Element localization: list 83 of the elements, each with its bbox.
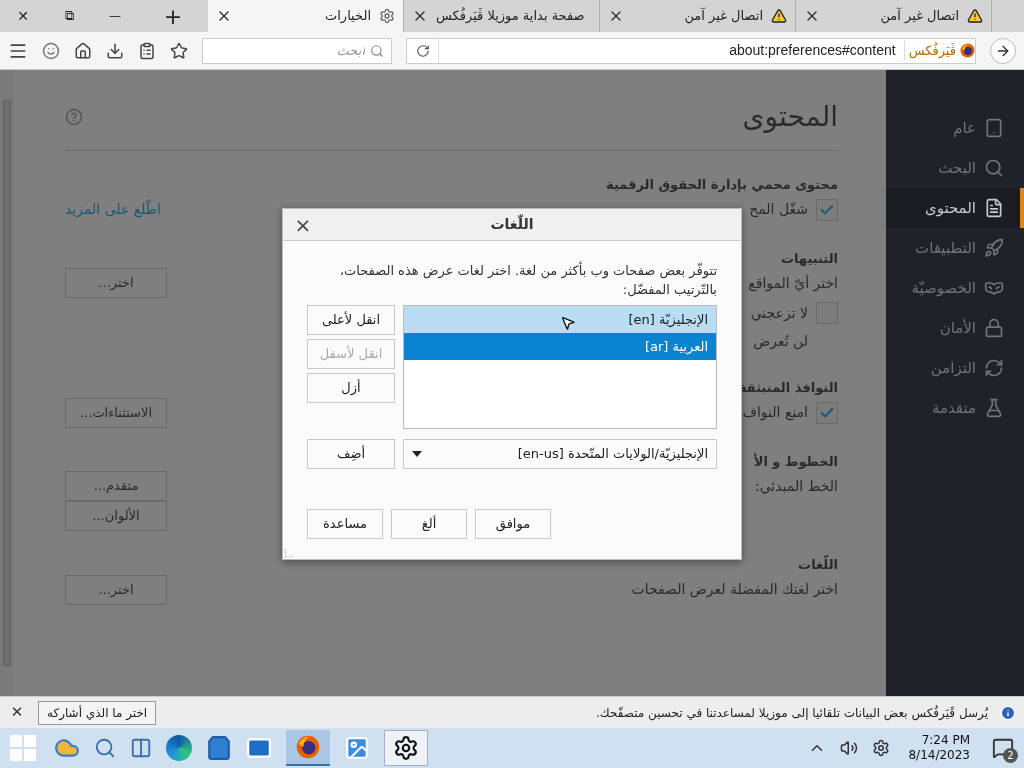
dropdown-caret-icon <box>412 451 422 457</box>
move-button[interactable]: انقل لأعلى <box>307 305 395 335</box>
share-choice-button[interactable]: اختر ما الذي أشاركه <box>38 700 157 725</box>
option-label: لا تزعجني <box>750 303 808 323</box>
choose-button[interactable]: اختر... <box>65 574 167 605</box>
clipboard-icon[interactable] <box>138 41 156 60</box>
warning-icon <box>771 8 787 24</box>
move-button[interactable]: أزل <box>307 373 395 403</box>
footer-button[interactable]: ألغ <box>391 509 467 539</box>
gear-icon <box>393 735 419 761</box>
scrollbar[interactable] <box>0 70 14 696</box>
browser-icon <box>296 735 320 759</box>
section-heading: النوافذ المنبثقة <box>739 379 838 397</box>
gear-icon <box>379 8 395 24</box>
tablet-icon <box>984 118 1004 138</box>
footer-button[interactable]: موافق <box>475 509 551 539</box>
tab-title: اتصال غير آمن <box>683 6 763 26</box>
back-button[interactable] <box>990 37 1016 64</box>
search-icon <box>984 158 1004 178</box>
clock-time: 7:24 PM <box>921 733 970 748</box>
taskbar-app[interactable] <box>286 730 330 766</box>
identity-label: ڤَيَرفُكس <box>903 40 960 61</box>
lock-icon <box>984 318 1004 338</box>
checkbox[interactable] <box>816 401 838 424</box>
option-label: اختر أيّ المواقع <box>748 273 838 294</box>
dialog-description: تتوفّر بعض صفحات وب بأكثر من لغة. اختر لغات عرض هذه الصفحات، بالتّرتيب المفضّل: <box>338 261 717 299</box>
bookmark-star-icon[interactable] <box>170 41 188 60</box>
add-button[interactable]: أضِف <box>307 439 395 469</box>
choose-button[interactable]: الاستثناءات... <box>65 397 167 428</box>
tab-title: صفحة بداية موزيلا ڤَيَرفُكس <box>436 6 585 26</box>
warning-icon <box>967 8 983 24</box>
search-icon <box>370 43 384 58</box>
checkbox[interactable] <box>816 198 838 221</box>
sync-icon <box>984 358 1004 378</box>
option-label: الخط المبدئي: <box>754 476 838 496</box>
dialog-close-button[interactable]: × <box>291 214 315 235</box>
mouse-cursor-icon <box>560 315 576 331</box>
footer-button[interactable]: مساعدة <box>307 509 383 539</box>
sidebar-item[interactable]: المحتوى <box>886 188 1024 228</box>
document-icon <box>984 198 1004 218</box>
notification-text: يُرسل ڤَيَرفُكس بعض البيانات تلقائيا إلى موزيلا لمساعدتنا في تحسين متصفّحك. <box>596 704 988 722</box>
clock-date: 8/14/2023 <box>908 748 970 763</box>
globe-icon[interactable] <box>166 735 192 761</box>
choose-button[interactable]: متقدم... <box>65 471 167 501</box>
section-heading: محتوى محمي بإدارة الحقوق الرقمية <box>606 176 838 194</box>
download-icon[interactable] <box>106 41 124 60</box>
section-heading: الخطوط و الأ <box>753 452 838 471</box>
restore-button[interactable]: ⧉ <box>46 0 92 32</box>
photos-icon[interactable] <box>344 735 370 761</box>
choose-button[interactable]: اختر... <box>65 268 167 298</box>
gear-icon[interactable] <box>872 739 891 757</box>
info-icon <box>1000 704 1016 721</box>
page-title: المحتوى <box>742 99 838 135</box>
home-icon[interactable] <box>74 41 92 60</box>
option-label: شغّل المح <box>749 200 808 220</box>
section-heading: اللّغات <box>798 555 838 575</box>
flask-icon <box>984 398 1004 418</box>
option-label: اختر لغتك المفضلة لعرض الصفحات <box>631 580 838 600</box>
option-label: امنع النواف <box>742 403 808 423</box>
tab-title: اتصال غير آمن <box>879 6 959 26</box>
url-text: about:preferences#content <box>728 41 897 60</box>
rocket-icon <box>984 238 1004 258</box>
language-select[interactable]: الإنجليزيّة/الولايات المتّحدة [en-us] <box>403 439 717 469</box>
browser-logo-icon <box>960 43 975 58</box>
reload-icon[interactable] <box>415 43 430 58</box>
language-item[interactable]: الإنجليزيّة [en] <box>404 306 716 333</box>
close-button[interactable]: ✕ <box>8 701 26 724</box>
task-view-icon[interactable] <box>130 737 152 759</box>
minimize-button[interactable]: — <box>92 0 138 32</box>
taskbar-app[interactable] <box>384 730 428 766</box>
dialog-title: اللّغات <box>489 214 535 234</box>
section-heading: التنبيهات <box>780 249 838 268</box>
option-label: لن تُعرض <box>753 331 808 352</box>
close-window-button[interactable]: ✕ <box>0 0 46 32</box>
notification-count: 2 <box>1003 748 1018 763</box>
search-icon[interactable] <box>94 737 116 759</box>
smiley-icon[interactable] <box>42 41 60 60</box>
language-item[interactable]: العربية [ar] <box>404 333 716 360</box>
browser-tab[interactable]: الخيارات <box>208 0 404 32</box>
volume-icon[interactable] <box>840 739 859 757</box>
choose-button[interactable]: الألوان... <box>65 501 167 531</box>
new-tab-button[interactable]: + <box>138 0 208 32</box>
tab-title: الخيارات <box>324 7 371 26</box>
